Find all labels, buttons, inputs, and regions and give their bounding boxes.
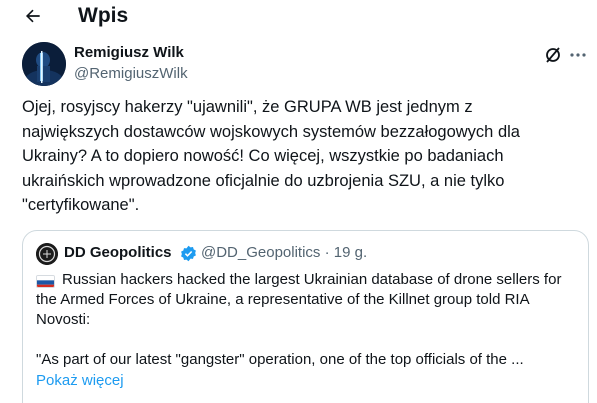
grok-icon <box>546 47 560 63</box>
quote-text-second-paragraph: "As part of our latest "gangster" operat… <box>36 351 524 368</box>
verified-badge-icon <box>181 245 196 262</box>
more-horizontal-icon <box>570 53 586 57</box>
author-avatar[interactable] <box>22 42 66 86</box>
meta-separator: · <box>324 244 330 261</box>
quote-timestamp: 19 g. <box>333 244 368 261</box>
tweet-text: Ojej, rosyjscy hakerzy "ujawnili", że GR… <box>22 98 520 214</box>
dd-geopolitics-avatar-icon <box>36 243 58 265</box>
more-options-button[interactable] <box>567 44 589 66</box>
quote-author-avatar <box>36 243 58 265</box>
page-title: Wpis <box>78 4 129 27</box>
page-header: Wpis <box>0 0 597 34</box>
author-handle[interactable]: @RemigiuszWilk <box>74 64 188 83</box>
quote-text-content: Russian hackers hacked the largest Ukrai… <box>36 271 562 328</box>
quoted-tweet[interactable]: DD Geopolitics @DD_Geopolitics · 19 g. R… <box>22 230 589 403</box>
user-avatar-icon <box>22 42 66 86</box>
quote-author-name: DD Geopolitics <box>64 244 172 261</box>
back-button[interactable] <box>18 2 48 30</box>
grok-button[interactable] <box>542 44 564 66</box>
quote-author-handle: @DD_Geopolitics <box>201 244 321 261</box>
arrow-left-icon <box>25 9 40 23</box>
author-name[interactable]: Remigiusz Wilk <box>74 43 184 62</box>
show-more-link[interactable]: Pokaż więcej <box>36 371 124 391</box>
quote-text: Russian hackers hacked the largest Ukrai… <box>36 270 581 330</box>
quote-meta: @DD_Geopolitics · 19 g. <box>201 243 367 263</box>
